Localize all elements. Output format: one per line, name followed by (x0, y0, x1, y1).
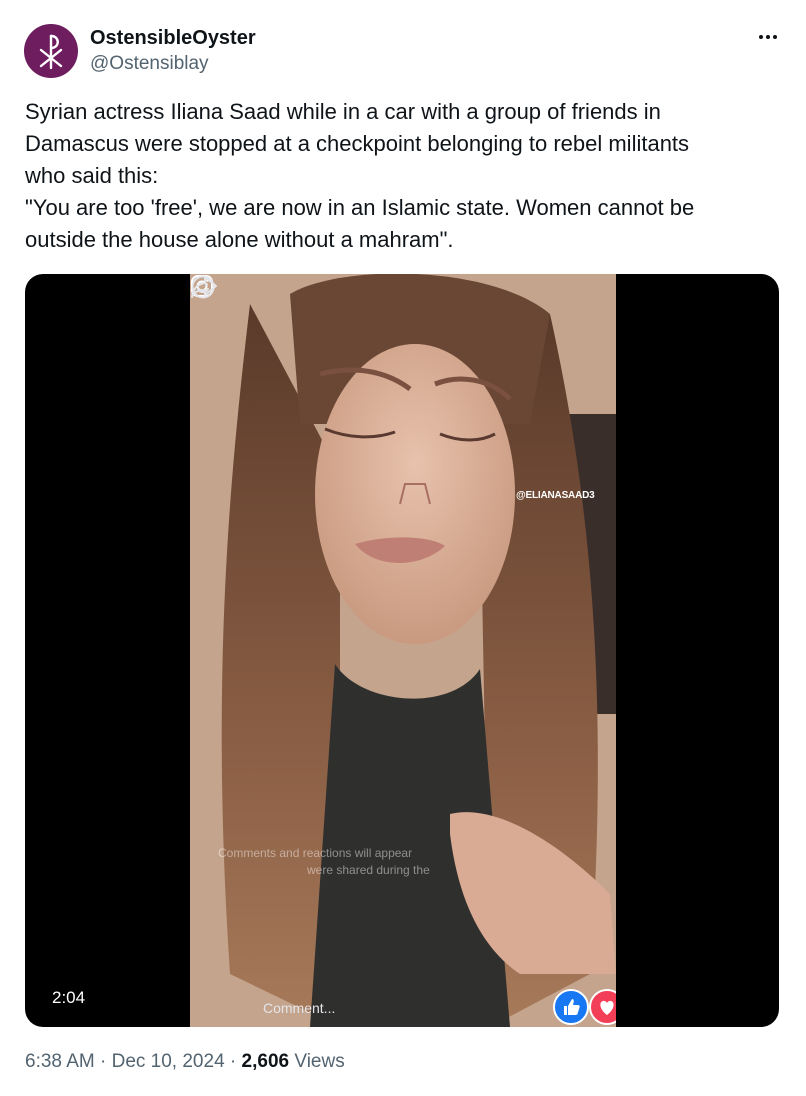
author-handle[interactable]: @Ostensiblay (90, 53, 209, 75)
meta-separator: · (229, 1051, 237, 1072)
author-display-name[interactable]: OstensibleOyster (90, 27, 256, 50)
views-label: Views (294, 1051, 345, 1072)
more-horizontal-icon (759, 35, 763, 39)
video-frame-image (190, 274, 616, 1027)
tweet-text: Syrian actress Iliana Saad while in a ca… (25, 96, 785, 256)
video-frame[interactable]: @ELIANASAAD3 Comments and reactions will… (190, 274, 616, 1027)
comment-input[interactable]: Comment... (263, 1000, 335, 1016)
instagram-handle-watermark: @ELIANASAAD3 (516, 490, 595, 501)
tweet-text-line: Damascus were stopped at a checkpoint be… (25, 131, 690, 156)
more-options-button[interactable] (748, 22, 788, 52)
tweet-text-line: who said this: (25, 163, 159, 188)
video-player[interactable]: @ELIANASAAD3 Comments and reactions will… (25, 274, 779, 1027)
tweet-text-line: "You are too 'free', we are now in an Is… (25, 195, 695, 220)
video-overlay-caption: were shared during the (307, 863, 430, 877)
meta-separator: · (100, 1051, 107, 1072)
tweet-time[interactable]: 6:38 AM (25, 1051, 95, 1072)
tweet-date[interactable]: Dec 10, 2024 (112, 1051, 225, 1072)
emoji-icon[interactable] (190, 274, 216, 300)
like-icon[interactable] (553, 989, 589, 1025)
video-overlay-caption: Comments and reactions will appear (218, 846, 413, 860)
love-icon[interactable] (589, 989, 616, 1025)
video-duration: 2:04 (52, 988, 86, 1007)
views-count: 2,606 (241, 1051, 290, 1072)
avatar[interactable] (24, 24, 78, 78)
tweet-text-line: outside the house alone without a mahram… (25, 227, 454, 252)
tweet-meta: 6:38 AM · Dec 10, 2024 · 2,606 Views (25, 1051, 345, 1073)
chi-rho-icon (39, 34, 63, 70)
tweet-text-line: Syrian actress Iliana Saad while in a ca… (25, 99, 661, 124)
